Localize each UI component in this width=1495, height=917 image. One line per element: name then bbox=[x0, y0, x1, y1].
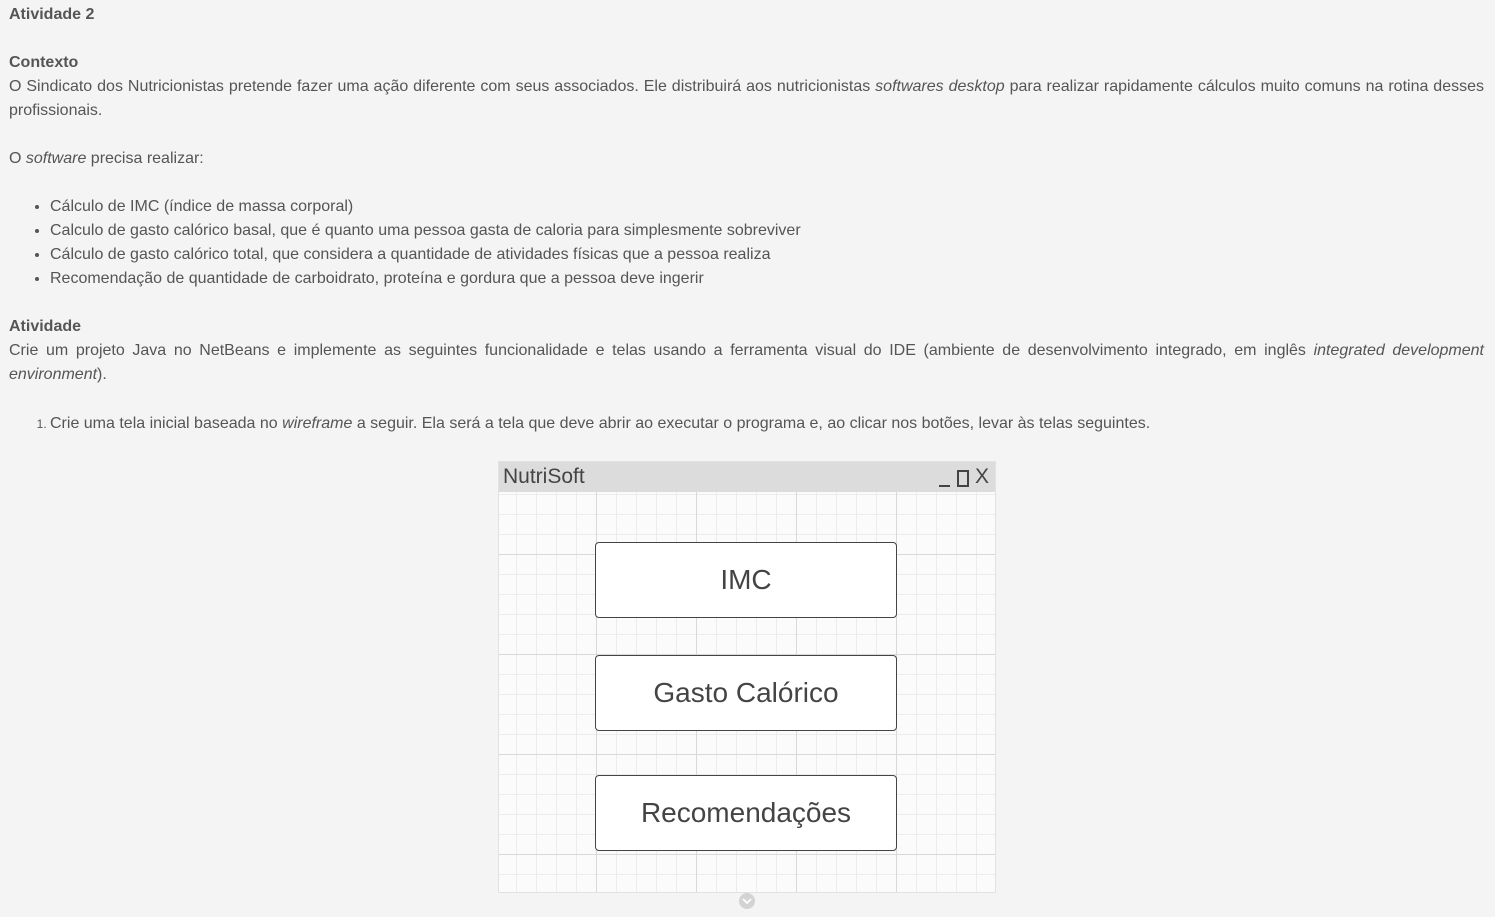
minimize-icon bbox=[937, 467, 951, 487]
activity-heading: Atividade bbox=[9, 318, 82, 335]
activity-text-1: Crie um projeto Java no NetBeans e imple… bbox=[9, 342, 1314, 359]
context-text-1: O Sindicato dos Nutricionistas pretende … bbox=[9, 78, 876, 95]
intro-text-2: precisa realizar: bbox=[86, 150, 204, 167]
chevron-down-icon bbox=[742, 897, 752, 904]
maximize-icon bbox=[956, 470, 969, 487]
context-heading: Contexto bbox=[9, 54, 79, 71]
imc-button: IMC bbox=[595, 542, 897, 618]
activity-title: Atividade 2 bbox=[9, 6, 95, 23]
activity-paragraph: Crie um projeto Java no NetBeans e imple… bbox=[9, 339, 1484, 387]
step-item: Crie uma tela inicial baseada no wirefra… bbox=[50, 412, 1484, 436]
gasto-calorico-button: Gasto Calórico bbox=[595, 655, 897, 731]
list-item: Cálculo de IMC (índice de massa corporal… bbox=[50, 195, 1484, 219]
context-emphasis-1: softwares desktop bbox=[875, 78, 1005, 95]
scroll-down-icon[interactable] bbox=[739, 893, 755, 909]
window-controls: X bbox=[937, 462, 989, 492]
list-item: Recomendação de quantidade de carboidrat… bbox=[50, 267, 1484, 291]
intro-emphasis: software bbox=[25, 150, 87, 167]
step-text-1: Crie uma tela inicial baseada no bbox=[50, 415, 283, 432]
recomendacoes-button: Recomendações bbox=[595, 775, 897, 851]
nutrisoft-wireframe: NutriSoft X IMC Gasto Calórico Recomenda… bbox=[498, 461, 996, 893]
content-area: Atividade 2 Contexto O Sindicato dos Nut… bbox=[9, 3, 1484, 436]
steps-list: Crie uma tela inicial baseada no wirefra… bbox=[9, 412, 1484, 436]
close-icon: X bbox=[974, 465, 989, 488]
step-emphasis: wireframe bbox=[282, 415, 353, 432]
requirements-list: Cálculo de IMC (índice de massa corporal… bbox=[9, 195, 1484, 291]
list-item: Calculo de gasto calórico basal, que é q… bbox=[50, 219, 1484, 243]
intro-text-1: O bbox=[9, 150, 26, 167]
list-item: Cálculo de gasto calórico total, que con… bbox=[50, 243, 1484, 267]
step-text-2: a seguir. Ela será a tela que deve abrir… bbox=[352, 415, 1151, 432]
window-title: NutriSoft bbox=[503, 465, 585, 488]
wireframe-titlebar: NutriSoft X bbox=[499, 462, 995, 492]
activity-text-2: ). bbox=[97, 366, 107, 383]
software-requirements-intro: O software precisa realizar: bbox=[9, 147, 1484, 171]
context-paragraph: O Sindicato dos Nutricionistas pretende … bbox=[9, 75, 1484, 123]
